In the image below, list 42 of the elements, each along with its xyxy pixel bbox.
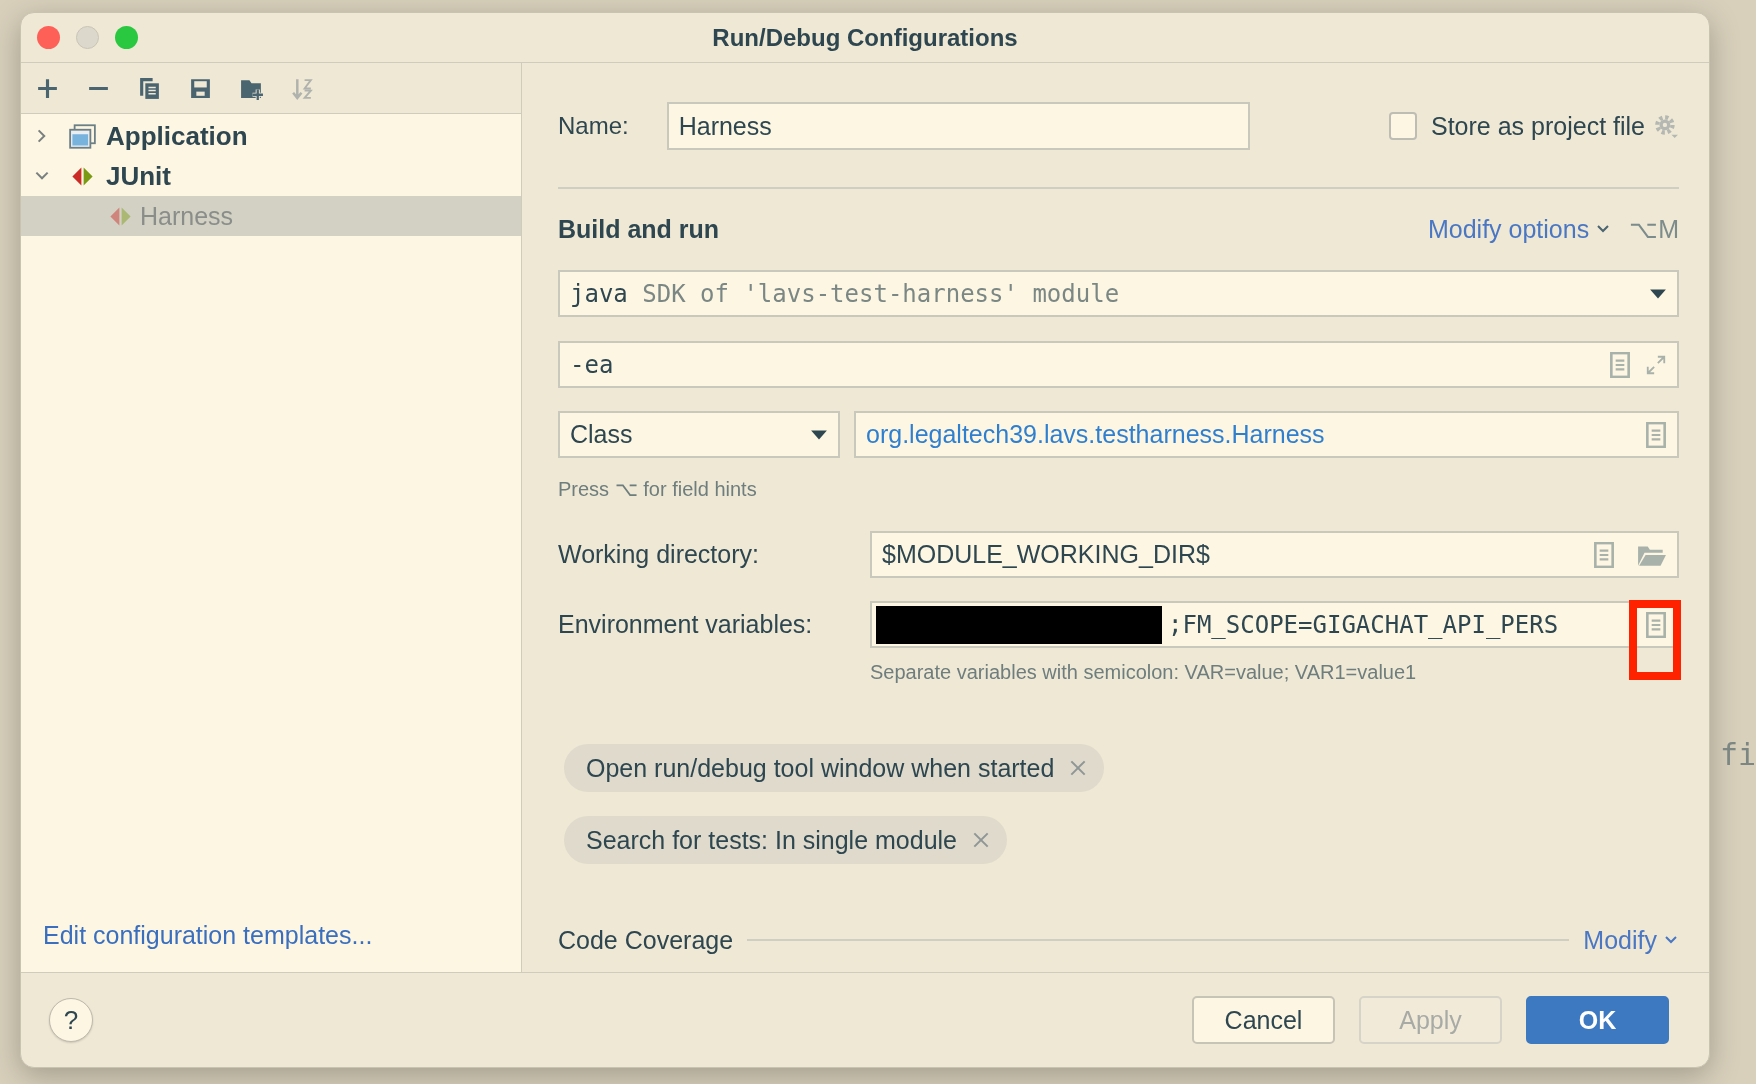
option-label: Search for tests: In single module (586, 825, 958, 855)
field-hint: Press ⌥ for field hints (558, 477, 758, 502)
dialog-button[interactable]: OK (1526, 996, 1669, 1044)
working-directory-label: Working directory: (558, 540, 760, 569)
dropdown-arrow-icon[interactable] (1649, 287, 1667, 300)
option-label: Open run/debug tool window when started (586, 753, 1055, 783)
close-icon[interactable] (973, 832, 990, 848)
tree-item-label: Application (106, 120, 248, 152)
dialog-button[interactable]: Cancel (1192, 996, 1335, 1044)
close-icon[interactable] (37, 26, 60, 49)
tree-item-label: JUnit (106, 160, 171, 192)
document-icon[interactable] (1609, 351, 1631, 378)
document-icon[interactable] (1645, 611, 1667, 638)
environment-variables-help: Separate variables with semicolon: VAR=value; VAR1=value1 (870, 660, 1418, 684)
store-label: Store as project file (1431, 111, 1645, 141)
dropdown-arrow-icon[interactable] (810, 428, 828, 441)
modify-link[interactable]: Modify (1583, 925, 1679, 955)
help-button[interactable]: ? (49, 998, 93, 1042)
close-icon[interactable] (1070, 760, 1087, 776)
window-icon (69, 122, 96, 150)
shortcut-label: ⌥M (1629, 214, 1679, 244)
name-field[interactable]: Harness (666, 102, 1250, 150)
section-title: Code Coverage (558, 925, 734, 955)
section-title: Build and run (558, 214, 720, 244)
document-icon[interactable] (1593, 541, 1615, 568)
tree-item[interactable]: JUnit (21, 156, 521, 196)
test-kind-dropdown[interactable]: Class (558, 411, 840, 458)
zoom-icon[interactable] (115, 26, 138, 49)
checkbox[interactable] (1389, 112, 1417, 140)
copy-icon[interactable] (137, 75, 162, 101)
window-title: Run/Debug Configurations (712, 23, 1018, 52)
document-icon[interactable] (1645, 421, 1667, 448)
editor-text: fi (1719, 737, 1756, 774)
modify-options-link[interactable]: Modify options (1427, 214, 1612, 244)
edit-templates-link[interactable]: Edit configuration templates... (21, 921, 521, 972)
minimize-icon[interactable] (76, 26, 99, 49)
jre-dropdown[interactable]: java SDK of 'lavs-test-harness' module (558, 270, 1679, 317)
tree-item-label: Harness (140, 201, 234, 231)
name-label: Name: (558, 112, 629, 140)
tree-item[interactable]: Application (21, 116, 521, 156)
gear-icon[interactable] (1653, 113, 1679, 139)
environment-variables-label: Environment variables: (558, 610, 814, 639)
